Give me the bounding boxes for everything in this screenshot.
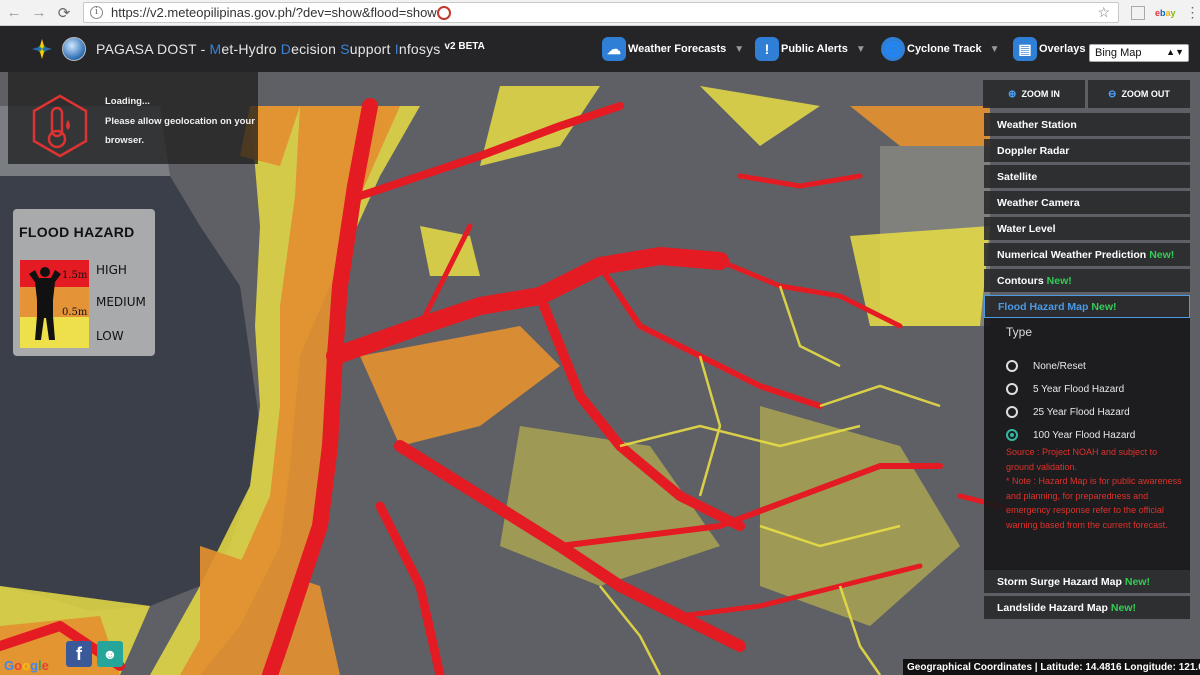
flood-hazard-legend: FLOOD HAZARD 1.5m 0.5m HIGH MEDIUM LOW: [13, 209, 155, 356]
geolocation-loading-panel: Loading... Please allow geolocation on y…: [8, 72, 258, 164]
panel-water-level[interactable]: Water Level: [984, 217, 1190, 240]
new-badge: New!: [1124, 575, 1150, 588]
panel-doppler-radar[interactable]: Doppler Radar: [984, 139, 1190, 162]
panel-numerical-weather-prediction[interactable]: Numerical Weather Prediction New!: [984, 243, 1190, 266]
level-high: HIGH: [96, 263, 127, 277]
disclaimer-note: * Note : Hazard Map is for public awaren…: [1006, 476, 1182, 530]
beta-badge: v2 BETA: [444, 40, 485, 52]
level-low: LOW: [96, 329, 124, 343]
zoom-in-icon: ⊕: [1008, 88, 1017, 100]
facebook-icon[interactable]: f: [66, 641, 92, 667]
menu-overlays[interactable]: ▤ Overlays: [1013, 33, 1085, 65]
panel-weather-camera[interactable]: Weather Camera: [984, 191, 1190, 214]
community-icon[interactable]: ☻: [97, 641, 123, 667]
radio-none-reset[interactable]: None/Reset: [1006, 360, 1086, 372]
radio-button[interactable]: [1006, 360, 1018, 372]
panel-contours[interactable]: Contours New!: [984, 269, 1190, 292]
pagasa-logo-icon: [30, 37, 54, 61]
chevron-down-icon: ▼: [989, 43, 1000, 55]
source-note: Source : Project NOAH and subject to gro…: [1006, 447, 1158, 472]
menu-cyclone-track[interactable]: 🌀 Cyclone Track ▼: [881, 33, 1000, 65]
dost-logo-icon: [62, 37, 86, 61]
zoom-in-button[interactable]: ⊕ ZOOM IN: [983, 80, 1085, 108]
panel-satellite[interactable]: Satellite: [984, 165, 1190, 188]
legend-title: FLOOD HAZARD: [19, 224, 135, 240]
cloud-icon: ☁: [602, 37, 626, 61]
radio-25-year[interactable]: 25 Year Flood Hazard: [1006, 406, 1130, 418]
radio-button[interactable]: [1006, 383, 1018, 395]
ebay-extension-icon[interactable]: ebay: [1155, 8, 1176, 18]
flood-hazard-options: Type None/Reset 5 Year Flood Hazard 25 Y…: [984, 318, 1190, 570]
panel-flood-hazard-map[interactable]: Flood Hazard Map New!: [984, 295, 1190, 318]
cyclone-icon: 🌀: [881, 37, 905, 61]
bookmark-star-icon[interactable]: ☆: [1097, 4, 1110, 21]
new-badge: New!: [1149, 248, 1175, 261]
app-title: PAGASA DOST - Met-Hydro Decision Support…: [96, 41, 441, 57]
person-silhouette-icon: [29, 267, 61, 340]
loading-message: Loading... Please allow geolocation on y…: [105, 96, 255, 146]
site-info-icon[interactable]: i: [90, 6, 103, 19]
new-badge: New!: [1091, 300, 1117, 313]
address-bar[interactable]: i https://v2.meteopilipinas.gov.ph/?dev=…: [83, 2, 1119, 23]
extension-placeholder-icon[interactable]: [1131, 5, 1145, 20]
map-type-select[interactable]: Bing Map ▲▼: [1089, 44, 1189, 62]
new-badge: New!: [1110, 601, 1136, 614]
alert-icon: !: [755, 37, 779, 61]
google-logo: Google: [4, 658, 49, 673]
zoom-controls: ⊕ ZOOM IN ⊖ ZOOM OUT: [983, 80, 1190, 108]
chevron-down-icon: ▼: [734, 43, 745, 55]
coordinates-readout: Geographical Coordinates | Latitude: 14.…: [903, 659, 1200, 675]
extension-icon[interactable]: [436, 5, 451, 20]
back-icon[interactable]: ←: [3, 2, 25, 24]
depth-low-label: 0.5m: [62, 307, 88, 318]
chevron-down-icon: ▼: [855, 43, 866, 55]
level-medium: MEDIUM: [96, 295, 146, 309]
browser-menu-icon[interactable]: ⋮: [1186, 4, 1200, 21]
menu-weather-forecasts[interactable]: ☁ Weather Forecasts ▼: [602, 33, 744, 65]
thermometer-icon: [32, 94, 88, 158]
layers-icon: ▤: [1013, 37, 1037, 61]
type-label: Type: [1006, 325, 1033, 339]
panel-storm-surge-hazard-map[interactable]: Storm Surge Hazard Map New!: [984, 570, 1190, 593]
url-text[interactable]: https://v2.meteopilipinas.gov.ph/?dev=sh…: [111, 5, 437, 20]
panel-weather-station[interactable]: Weather Station: [984, 113, 1190, 136]
new-badge: New!: [1046, 274, 1072, 287]
panel-landslide-hazard-map[interactable]: Landslide Hazard Map New!: [984, 596, 1190, 619]
radio-button-checked[interactable]: [1006, 429, 1018, 441]
forward-icon[interactable]: →: [28, 2, 50, 24]
radio-5-year[interactable]: 5 Year Flood Hazard: [1006, 383, 1124, 395]
zoom-out-icon: ⊖: [1108, 88, 1117, 100]
zoom-out-button[interactable]: ⊖ ZOOM OUT: [1088, 80, 1190, 108]
chevron-down-icon: ▲▼: [1166, 47, 1184, 57]
reload-icon[interactable]: ⟳: [53, 2, 75, 24]
menu-public-alerts[interactable]: ! Public Alerts ▼: [755, 33, 866, 65]
radio-100-year[interactable]: 100 Year Flood Hazard: [1006, 429, 1135, 441]
browser-toolbar: ← → ⟳ i https://v2.meteopilipinas.gov.ph…: [0, 0, 1200, 26]
radio-button[interactable]: [1006, 406, 1018, 418]
depth-high-label: 1.5m: [62, 270, 88, 281]
